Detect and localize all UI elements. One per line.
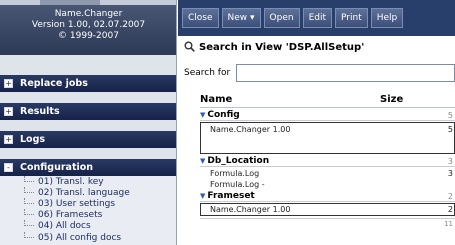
document-row[interactable]: Name.Changer 1.00 5 bbox=[210, 124, 455, 135]
category-row[interactable]: ▼ Frameset 2 bbox=[200, 191, 455, 202]
edit-button[interactable]: Edit bbox=[302, 8, 333, 28]
sidebar: Name.Changer Version 1.00, 02.07.2007 © … bbox=[0, 0, 177, 245]
section-replace-jobs[interactable]: + Replace jobs bbox=[0, 75, 176, 92]
grid-total: 11 bbox=[200, 218, 455, 228]
section-gap bbox=[0, 55, 176, 75]
section-label: Results bbox=[20, 106, 60, 117]
expand-icon[interactable]: + bbox=[4, 79, 13, 88]
view-title: Search in View 'DSP.AllSetup' bbox=[178, 38, 455, 58]
column-name-header[interactable]: Name bbox=[200, 92, 232, 108]
tree-line-icon bbox=[24, 232, 34, 238]
expand-icon[interactable]: + bbox=[4, 107, 13, 116]
tree-line-icon bbox=[24, 187, 34, 193]
scrollbar[interactable] bbox=[0, 0, 176, 5]
config-item-all-config-docs[interactable]: 05) All config docs bbox=[24, 232, 121, 244]
results-grid: Name Size ▼ Config 5 Name.Changer 1.00 5 … bbox=[200, 92, 455, 245]
open-button[interactable]: Open bbox=[263, 8, 300, 28]
app-header: Name.Changer Version 1.00, 02.07.2007 © … bbox=[0, 0, 176, 55]
tree-line-icon bbox=[24, 220, 34, 226]
expand-triangle-icon[interactable]: ▼ bbox=[200, 110, 205, 121]
close-button[interactable]: Close bbox=[182, 8, 219, 28]
section-configuration[interactable]: - Configuration bbox=[0, 159, 176, 176]
new-button[interactable]: New ▾ bbox=[221, 8, 261, 28]
category-row[interactable]: ▼ Config 5 bbox=[200, 110, 455, 121]
search-icon bbox=[184, 41, 195, 52]
expand-icon[interactable]: + bbox=[4, 135, 13, 144]
configuration-list: 01) Transl. key 02) Transl. language 03)… bbox=[0, 176, 176, 245]
config-item-all-docs[interactable]: 04) All docs bbox=[24, 220, 91, 232]
search-row: Search for bbox=[178, 62, 455, 84]
app-version: Version 1.00, 02.07.2007 bbox=[31, 20, 146, 30]
help-button[interactable]: Help bbox=[370, 8, 404, 28]
document-row[interactable]: Formula.Log - bbox=[210, 179, 455, 190]
scrollbar-thumb[interactable] bbox=[40, 0, 100, 5]
tree-line-icon bbox=[24, 198, 34, 204]
document-row[interactable]: Name.Changer 1.00 2 bbox=[210, 204, 455, 215]
column-size-header[interactable]: Size bbox=[380, 92, 403, 108]
section-label: Logs bbox=[20, 134, 46, 145]
print-button[interactable]: Print bbox=[335, 8, 368, 28]
collapse-icon[interactable]: - bbox=[4, 163, 13, 172]
section-label: Replace jobs bbox=[20, 78, 88, 89]
grid-header: Name Size bbox=[200, 92, 455, 108]
section-results[interactable]: + Results bbox=[0, 103, 176, 120]
main-pane: Close New ▾ Open Edit Print Help Search … bbox=[178, 0, 455, 245]
search-label: Search for bbox=[184, 68, 231, 78]
tree-line-icon bbox=[24, 176, 34, 182]
expand-triangle-icon[interactable]: ▼ bbox=[200, 191, 205, 202]
section-gap bbox=[0, 148, 176, 159]
category-row[interactable]: ▼ Db_Location 3 bbox=[200, 156, 455, 167]
toolbar: Close New ▾ Open Edit Print Help bbox=[178, 0, 455, 36]
document-row[interactable]: Formula.Log 3 bbox=[210, 168, 455, 179]
view-title-text: Search in View 'DSP.AllSetup' bbox=[199, 42, 365, 53]
app-name: Name.Changer bbox=[54, 9, 123, 19]
tree-line-icon bbox=[24, 209, 34, 215]
section-gap bbox=[0, 92, 176, 103]
section-gap bbox=[0, 120, 176, 131]
app-copyright: © 1999-2007 bbox=[58, 31, 119, 41]
section-label: Configuration bbox=[20, 162, 94, 173]
section-logs[interactable]: + Logs bbox=[0, 131, 176, 148]
expand-triangle-icon[interactable]: ▼ bbox=[200, 156, 205, 167]
search-input[interactable] bbox=[236, 64, 455, 82]
